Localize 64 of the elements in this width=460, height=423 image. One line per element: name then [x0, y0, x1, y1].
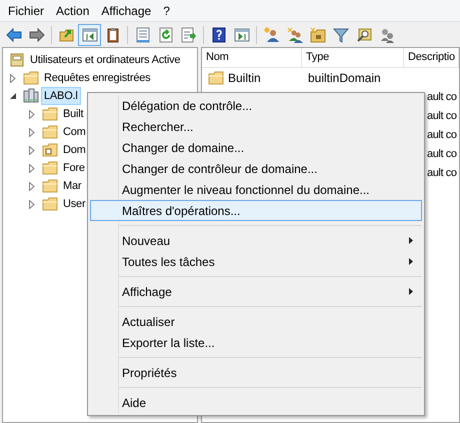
menu-item[interactable]: Affichage	[95, 0, 158, 22]
menu-item[interactable]: Aide	[90, 392, 422, 413]
arrow-right-icon	[28, 26, 44, 42]
arrow-left-icon	[6, 26, 22, 42]
filter-icon	[332, 26, 348, 42]
tree-item[interactable]: User	[60, 195, 88, 213]
table-cell: ault co	[427, 110, 457, 122]
menu-item[interactable]: Changer de contrôleur de domaine...	[90, 158, 422, 179]
users-icon	[286, 26, 302, 42]
tree-item[interactable]: Dom	[60, 141, 89, 159]
menu-item[interactable]: Actualiser	[90, 311, 422, 332]
folder-icon	[42, 178, 58, 194]
folder-icon	[310, 26, 326, 42]
help-icon	[210, 26, 226, 42]
find-icon	[356, 26, 372, 42]
tree-item[interactable]: Utilisateurs et ordinateurs Active	[27, 51, 184, 69]
submenu-arrow-icon	[409, 237, 413, 244]
table-cell: ault co	[427, 167, 457, 180]
menu-item[interactable]: Exporter la liste...	[90, 332, 422, 353]
menu-item[interactable]: Rechercher...	[90, 116, 422, 137]
submenu-arrow-icon	[409, 258, 413, 265]
folder-icon	[42, 142, 58, 158]
menu-item[interactable]: Affichage	[90, 281, 422, 302]
tree-item[interactable]: Fore	[60, 159, 88, 177]
menu-item[interactable]: ?	[157, 0, 176, 22]
menu-item[interactable]: Action	[50, 0, 96, 22]
menu-item[interactable]: Maîtres d'opérations...	[90, 200, 422, 221]
folder-icon	[42, 160, 58, 176]
list-icon	[134, 26, 150, 42]
menu-item[interactable]: Toutes les tâches	[90, 251, 422, 272]
folder-icon	[208, 70, 224, 86]
submenu-arrow-icon	[409, 288, 413, 295]
servers-icon	[23, 88, 39, 104]
column-header[interactable]: Type	[302, 48, 404, 67]
folder-icon	[42, 106, 58, 122]
table-cell-text: Builtin	[228, 70, 261, 86]
folder-icon	[58, 26, 74, 42]
folder-icon	[42, 124, 58, 140]
panel-icon	[234, 26, 250, 42]
user-icon	[264, 26, 280, 42]
folder-icon	[42, 196, 58, 212]
panel-icon	[82, 26, 98, 42]
tree-item[interactable]: LABO.l	[41, 87, 81, 105]
refresh-icon	[158, 26, 174, 42]
tree-item[interactable]: Built	[60, 105, 86, 123]
tree-item[interactable]: Requêtes enregistrées	[41, 69, 154, 87]
clipboard-icon	[104, 26, 120, 42]
folder-icon	[23, 70, 39, 86]
table-cell: builtinDomain	[308, 70, 381, 84]
table-cell: ault co	[427, 148, 457, 160]
export-icon	[180, 26, 196, 42]
table-cell: ault co	[427, 129, 457, 142]
menu-item[interactable]: Nouveau	[90, 230, 422, 251]
menu-item[interactable]: Propriétés	[90, 362, 422, 383]
column-header[interactable]: Nom	[202, 48, 302, 67]
column-header[interactable]: Descriptio	[404, 48, 459, 67]
table-cell: ault co	[427, 91, 457, 104]
menu-item[interactable]: Fichier	[2, 0, 50, 22]
menu-item[interactable]: Délégation de contrôle...	[90, 95, 422, 116]
tree-item[interactable]: Mar	[60, 177, 84, 195]
tree-item[interactable]: Com	[60, 123, 89, 141]
menu-item[interactable]: Augmenter le niveau fonctionnel du domaine...	[90, 179, 422, 200]
menu-item[interactable]: Changer de domaine...	[90, 137, 422, 158]
console-icon	[9, 52, 25, 68]
